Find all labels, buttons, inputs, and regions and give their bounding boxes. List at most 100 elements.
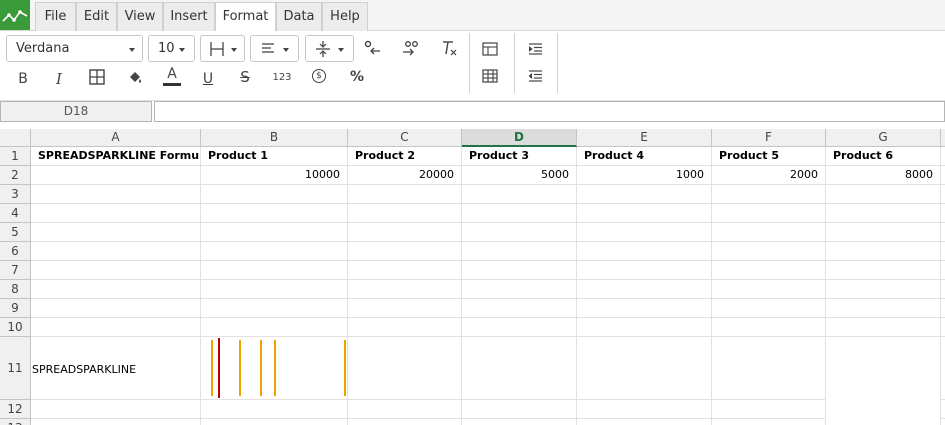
cell-c11[interactable] bbox=[348, 337, 462, 400]
font-size-select[interactable]: 10 bbox=[148, 35, 195, 62]
cell-f5[interactable] bbox=[712, 223, 826, 242]
row-header-11[interactable]: 11 bbox=[0, 337, 31, 400]
cell-c7[interactable] bbox=[348, 261, 462, 280]
cell-f10[interactable] bbox=[712, 318, 826, 337]
cell-a10[interactable] bbox=[31, 318, 201, 337]
row-header-3[interactable]: 3 bbox=[0, 185, 31, 204]
cell-c1[interactable]: Product 2 bbox=[348, 147, 462, 166]
cell-g7[interactable] bbox=[826, 261, 941, 280]
cell-b12[interactable] bbox=[201, 400, 348, 419]
cell-e6[interactable] bbox=[577, 242, 712, 261]
cell-e13[interactable] bbox=[577, 419, 712, 425]
cell-e2[interactable]: 1000 bbox=[577, 166, 712, 185]
column-header-e[interactable]: E bbox=[577, 129, 712, 147]
cell-overflow[interactable] bbox=[941, 223, 945, 242]
cell-b5[interactable] bbox=[201, 223, 348, 242]
vertical-align-select[interactable] bbox=[305, 35, 354, 62]
cell-g13[interactable] bbox=[826, 419, 941, 425]
cell-b4[interactable] bbox=[201, 204, 348, 223]
cell-c6[interactable] bbox=[348, 242, 462, 261]
cell-f13[interactable] bbox=[712, 419, 826, 425]
cell-f11[interactable] bbox=[712, 337, 826, 400]
cell-g1[interactable]: Product 6 bbox=[826, 147, 941, 166]
cell-e1[interactable]: Product 4 bbox=[577, 147, 712, 166]
cell-f9[interactable] bbox=[712, 299, 826, 318]
cell-g10[interactable] bbox=[826, 318, 941, 337]
row-header-6[interactable]: 6 bbox=[0, 242, 31, 261]
italic-button[interactable]: I bbox=[47, 68, 71, 90]
column-header-b[interactable]: B bbox=[201, 129, 348, 147]
cell-c9[interactable] bbox=[348, 299, 462, 318]
cell-e3[interactable] bbox=[577, 185, 712, 204]
cell-c10[interactable] bbox=[348, 318, 462, 337]
cell-c12[interactable] bbox=[348, 400, 462, 419]
cell-f6[interactable] bbox=[712, 242, 826, 261]
decrease-decimal-button[interactable] bbox=[361, 37, 385, 59]
menu-help[interactable]: Help bbox=[322, 2, 368, 31]
number-format-button[interactable]: 123 bbox=[270, 66, 294, 88]
cell-f8[interactable] bbox=[712, 280, 826, 299]
fill-color-button[interactable] bbox=[123, 66, 147, 88]
text-color-button[interactable]: A bbox=[160, 65, 184, 87]
cell-d6[interactable] bbox=[462, 242, 577, 261]
cell-d12[interactable] bbox=[462, 400, 577, 419]
horizontal-align-select[interactable] bbox=[250, 35, 299, 62]
cell-e12[interactable] bbox=[577, 400, 712, 419]
row-header-7[interactable]: 7 bbox=[0, 261, 31, 280]
cell-overflow[interactable] bbox=[941, 318, 945, 337]
row-header-5[interactable]: 5 bbox=[0, 223, 31, 242]
cell-e5[interactable] bbox=[577, 223, 712, 242]
cell-a11[interactable]: SPREADSPARKLINE bbox=[31, 337, 201, 400]
menu-view[interactable]: View bbox=[117, 2, 163, 31]
cell-a4[interactable] bbox=[31, 204, 201, 223]
cell-d7[interactable] bbox=[462, 261, 577, 280]
cell-a2[interactable] bbox=[31, 166, 201, 185]
cell-borders-button[interactable] bbox=[85, 66, 109, 88]
cell-b9[interactable] bbox=[201, 299, 348, 318]
formula-input[interactable] bbox=[154, 101, 945, 122]
cell-f7[interactable] bbox=[712, 261, 826, 280]
cell-overflow[interactable] bbox=[941, 400, 945, 419]
currency-format-button[interactable]: $ bbox=[307, 65, 331, 87]
cell-g11[interactable] bbox=[826, 337, 941, 400]
borders-select[interactable] bbox=[200, 35, 245, 62]
row-header-10[interactable]: 10 bbox=[0, 318, 31, 337]
column-header-g[interactable]: G bbox=[826, 129, 941, 147]
cell-overflow[interactable] bbox=[941, 280, 945, 299]
cell-a1[interactable]: SPREADSPARKLINE Formula bbox=[31, 147, 201, 166]
select-all-corner[interactable] bbox=[0, 129, 31, 147]
cell-g4[interactable] bbox=[826, 204, 941, 223]
cell-d1[interactable]: Product 3 bbox=[462, 147, 577, 166]
cell-d3[interactable] bbox=[462, 185, 577, 204]
font-family-select[interactable]: Verdana bbox=[6, 35, 143, 62]
cell-b7[interactable] bbox=[201, 261, 348, 280]
increase-indent-button[interactable] bbox=[524, 38, 548, 60]
cell-g2[interactable]: 8000 bbox=[826, 166, 941, 185]
row-header-12[interactable]: 12 bbox=[0, 400, 31, 419]
cell-g5[interactable] bbox=[826, 223, 941, 242]
cell-b13[interactable] bbox=[201, 419, 348, 425]
cell-e11[interactable] bbox=[577, 337, 712, 400]
clear-formatting-button[interactable] bbox=[437, 37, 461, 59]
menu-data[interactable]: Data bbox=[276, 2, 322, 31]
row-header-1[interactable]: 1 bbox=[0, 147, 31, 166]
cell-a8[interactable] bbox=[31, 280, 201, 299]
cell-c4[interactable] bbox=[348, 204, 462, 223]
cell-g12[interactable] bbox=[826, 400, 941, 419]
cell-c13[interactable] bbox=[348, 419, 462, 425]
cell-overflow[interactable] bbox=[941, 185, 945, 204]
cell-e4[interactable] bbox=[577, 204, 712, 223]
cell-g6[interactable] bbox=[826, 242, 941, 261]
row-header-2[interactable]: 2 bbox=[0, 166, 31, 185]
column-header-c[interactable]: C bbox=[348, 129, 462, 147]
cell-e9[interactable] bbox=[577, 299, 712, 318]
cell-b2[interactable]: 10000 bbox=[201, 166, 348, 185]
cell-b8[interactable] bbox=[201, 280, 348, 299]
merge-cells-button[interactable] bbox=[478, 38, 502, 60]
cell-d8[interactable] bbox=[462, 280, 577, 299]
cell-b1[interactable]: Product 1 bbox=[201, 147, 348, 166]
cell-d5[interactable] bbox=[462, 223, 577, 242]
cell-e7[interactable] bbox=[577, 261, 712, 280]
cell-b3[interactable] bbox=[201, 185, 348, 204]
cell-d4[interactable] bbox=[462, 204, 577, 223]
